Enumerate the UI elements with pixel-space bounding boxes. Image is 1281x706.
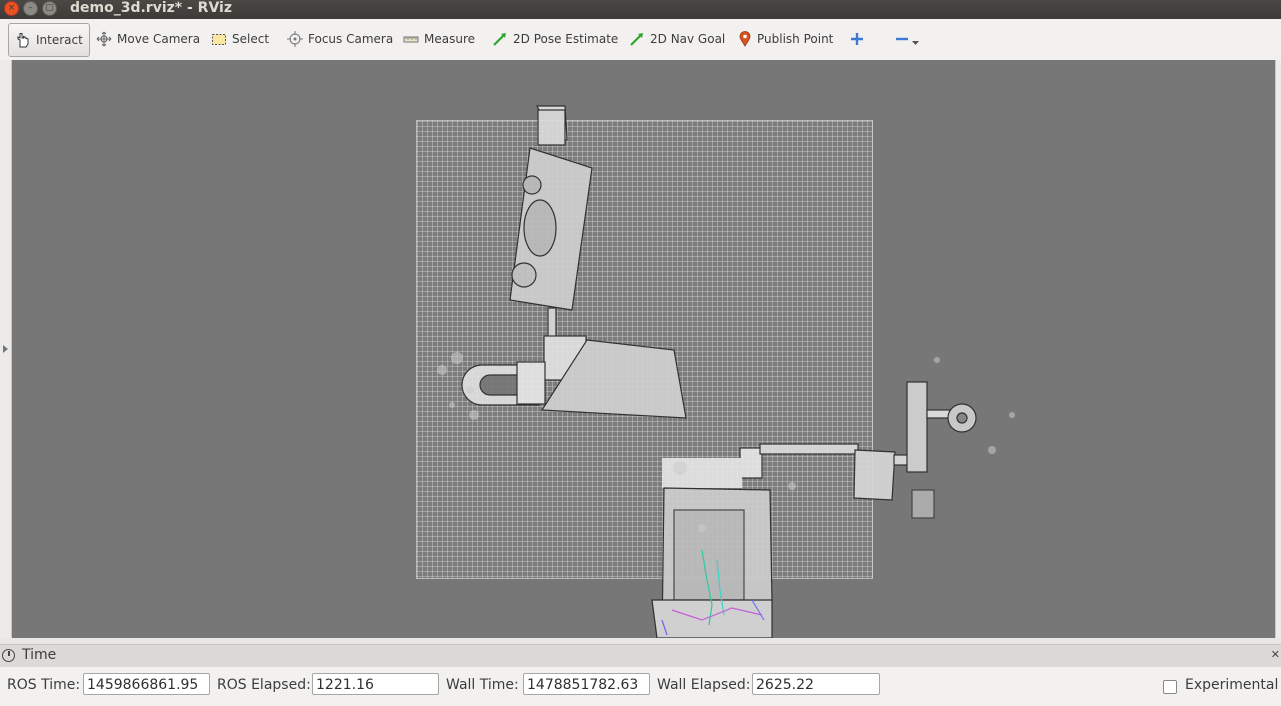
ros-time-label: ROS Time: (7, 677, 81, 693)
green-arrow-icon (630, 33, 643, 46)
focus-target-icon (287, 31, 303, 47)
measure-tool-label: Measure (424, 32, 475, 46)
ruler-icon (403, 36, 419, 43)
ros-elapsed-field[interactable]: 1221.16 (312, 673, 439, 695)
select-tool-label: Select (232, 32, 270, 46)
window-titlebar: × – ▢ demo_3d.rviz* - RViz (0, 0, 1281, 19)
ros-elapsed-label: ROS Elapsed: (217, 677, 311, 693)
clock-icon (2, 649, 15, 662)
time-panel-title: Time (22, 647, 57, 663)
move-camera-tool-button[interactable]: Move Camera (96, 23, 200, 55)
maximize-window-button[interactable]: ▢ (42, 1, 57, 16)
experimental-checkbox[interactable] (1163, 680, 1177, 694)
2d-nav-goal-tool-button[interactable]: 2D Nav Goal (629, 23, 725, 55)
green-arrow-icon (493, 33, 506, 46)
2d-nav-goal-tool-label: 2D Nav Goal (650, 32, 726, 46)
plus-icon (851, 33, 863, 45)
close-panel-icon[interactable]: ✕ (1271, 648, 1280, 661)
remove-tool-button[interactable] (895, 23, 920, 55)
select-box-icon (212, 34, 226, 45)
left-panel-collapse-handle[interactable] (0, 60, 12, 638)
interact-tool-label: Interact (36, 33, 83, 47)
2d-pose-estimate-tool-label: 2D Pose Estimate (513, 32, 619, 46)
expand-arrow-icon (3, 345, 8, 353)
window-title: demo_3d.rviz* - RViz (70, 0, 232, 16)
hand-pointer-icon (17, 33, 29, 48)
close-window-button[interactable]: × (4, 1, 19, 16)
minus-icon (896, 37, 908, 41)
publish-point-tool-label: Publish Point (757, 32, 834, 46)
time-panel-header: Time ✕ (0, 644, 1281, 668)
experimental-label: Experimental (1185, 677, 1279, 693)
wall-elapsed-field[interactable]: 2625.22 (752, 673, 880, 695)
focus-camera-tool-button[interactable]: Focus Camera (287, 23, 393, 55)
select-tool-button[interactable]: Select (211, 23, 269, 55)
ros-time-field[interactable]: 1459866861.95 (83, 673, 210, 695)
chevron-down-icon[interactable] (911, 38, 920, 48)
wall-time-field[interactable]: 1478851782.63 (523, 673, 650, 695)
2d-pose-estimate-tool-button[interactable]: 2D Pose Estimate (492, 23, 618, 55)
move-camera-icon (96, 31, 112, 47)
tools-toolbar: Interact Move Camera Select Focus Camera… (0, 19, 1281, 61)
measure-tool-button[interactable]: Measure (403, 23, 475, 55)
add-tool-button[interactable] (850, 23, 864, 55)
minimize-window-button[interactable]: – (23, 1, 38, 16)
move-camera-tool-label: Move Camera (117, 32, 201, 46)
focus-camera-tool-label: Focus Camera (308, 32, 394, 46)
time-status-bar: ROS Time: 1459866861.95 ROS Elapsed: 122… (0, 667, 1281, 706)
publish-point-tool-button[interactable]: Publish Point (738, 23, 833, 55)
point-cloud-map (437, 105, 1015, 638)
wall-time-label: Wall Time: (446, 677, 519, 693)
interact-tool-button[interactable]: Interact (8, 23, 90, 57)
map-pin-icon (739, 31, 751, 47)
3d-render-viewport[interactable] (12, 60, 1275, 638)
wall-elapsed-label: Wall Elapsed: (657, 677, 751, 693)
right-panel-collapse-handle[interactable] (1275, 60, 1281, 638)
